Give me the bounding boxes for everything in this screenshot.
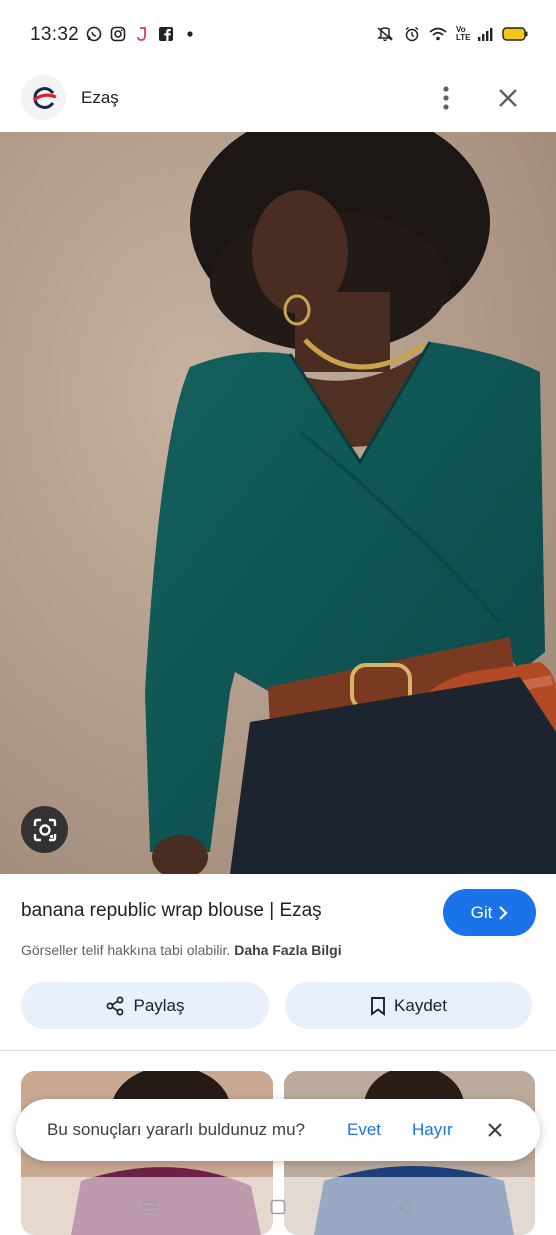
copyright-text: Görseller telif hakkına tabi olabilir. xyxy=(21,942,231,958)
main-image[interactable] xyxy=(0,132,556,874)
share-button[interactable]: Paylaş xyxy=(21,982,269,1029)
visit-button-label: Git xyxy=(470,902,493,922)
feedback-question: Bu sonuçları yararlı buldunuz mu? xyxy=(47,1120,305,1139)
fashion-photo xyxy=(0,132,556,874)
lens-button[interactable] xyxy=(21,806,68,853)
site-header: Ezaş xyxy=(0,72,556,132)
recents-button[interactable] xyxy=(139,1196,161,1218)
status-time: 13:32 xyxy=(30,24,80,45)
save-label: Kaydet xyxy=(394,995,447,1015)
visit-button[interactable]: Git xyxy=(443,889,536,936)
bookmark-icon xyxy=(371,996,385,1016)
status-left-icons xyxy=(86,26,198,42)
google-lens-icon xyxy=(33,818,56,841)
status-bar: 13:32 Vo LTE xyxy=(0,0,556,72)
ezas-logo-icon xyxy=(32,86,57,109)
share-label: Paylaş xyxy=(133,995,185,1015)
feedback-yes-button[interactable]: Evet xyxy=(347,1120,381,1140)
home-icon xyxy=(270,1199,286,1215)
mute-icon xyxy=(377,27,393,42)
more-vert-icon xyxy=(443,86,449,110)
result-title[interactable]: banana republic wrap blouse | Ezaş xyxy=(21,900,322,922)
signal-icon xyxy=(478,28,493,41)
back-button[interactable] xyxy=(393,1196,415,1218)
feedback-bar: Bu sonuçları yararlı buldunuz mu? Evet H… xyxy=(16,1099,540,1161)
feedback-close-button[interactable] xyxy=(484,1119,506,1141)
more-options-button[interactable] xyxy=(432,84,460,112)
close-button[interactable] xyxy=(494,84,522,112)
close-icon xyxy=(488,1123,502,1137)
facebook-icon xyxy=(159,27,173,41)
site-logo[interactable] xyxy=(21,75,66,120)
system-nav-bar xyxy=(0,1177,556,1235)
save-button[interactable]: Kaydet xyxy=(285,982,532,1029)
status-right-icons: Vo LTE xyxy=(375,26,528,42)
chevron-right-icon xyxy=(499,905,508,920)
divider xyxy=(0,1050,556,1051)
close-icon xyxy=(499,89,517,107)
app-j-icon xyxy=(137,27,146,41)
alarm-icon xyxy=(405,26,419,42)
volte-icon: Vo LTE xyxy=(456,25,471,42)
share-icon xyxy=(107,996,124,1015)
recents-icon xyxy=(142,1201,158,1213)
learn-more-link[interactable]: Daha Fazla Bilgi xyxy=(234,942,341,958)
dot-icon xyxy=(187,31,193,37)
copyright-notice: Görseller telif hakkına tabi olabilir. D… xyxy=(21,942,342,958)
home-button[interactable] xyxy=(267,1196,289,1218)
wifi-icon xyxy=(429,27,447,41)
instagram-icon xyxy=(110,26,126,42)
back-icon xyxy=(397,1198,411,1216)
feedback-no-button[interactable]: Hayır xyxy=(412,1120,453,1140)
whatsapp-icon xyxy=(86,26,102,42)
site-name[interactable]: Ezaş xyxy=(81,88,119,108)
battery-icon xyxy=(502,27,528,41)
